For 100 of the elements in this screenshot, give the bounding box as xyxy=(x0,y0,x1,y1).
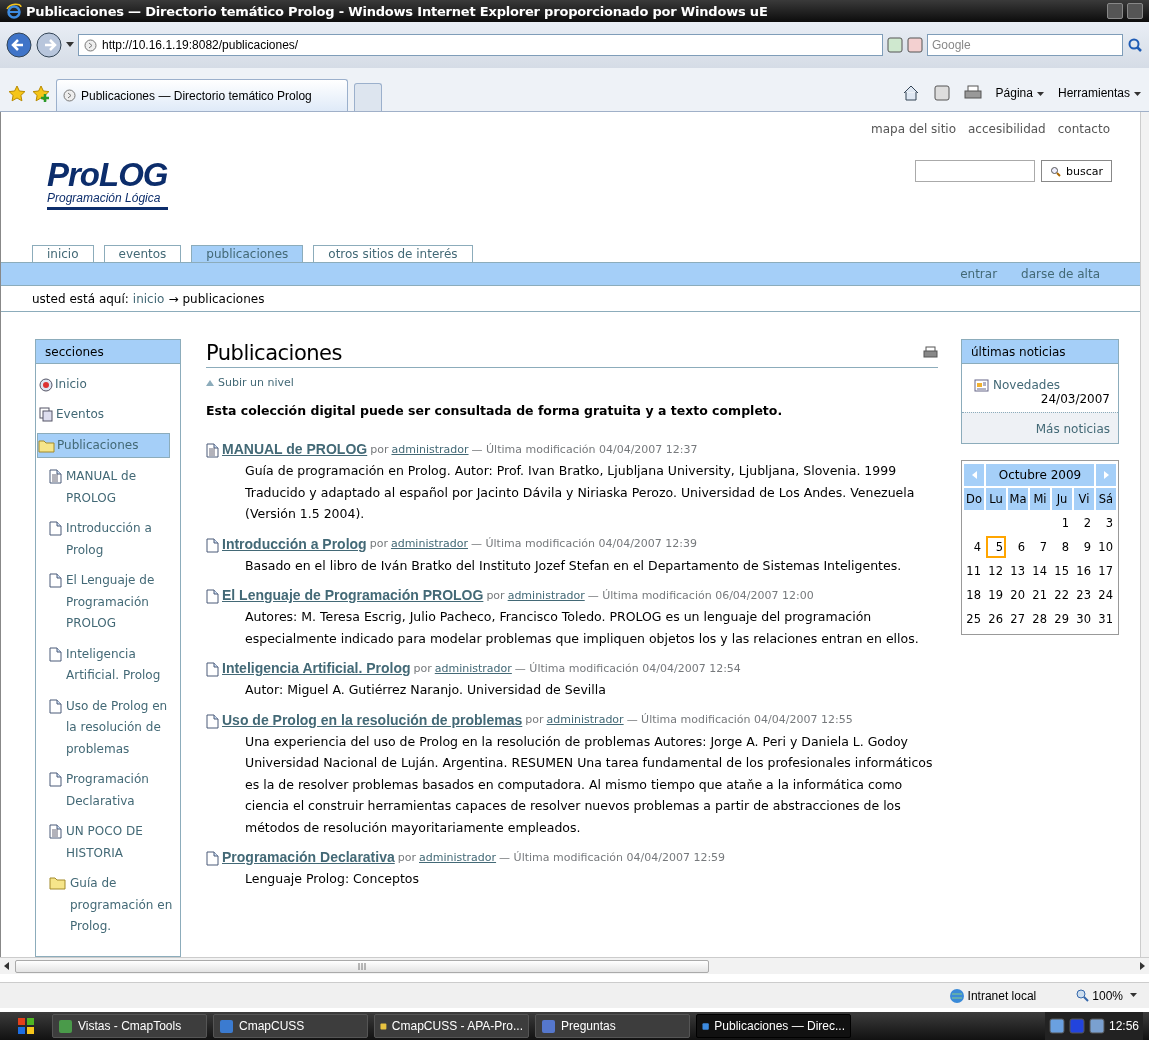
user-link[interactable]: darse de alta xyxy=(1021,267,1100,281)
home-icon[interactable] xyxy=(901,85,920,101)
calendar-day[interactable]: 4 xyxy=(964,536,984,558)
sidebar-item[interactable]: Programación Declarativa xyxy=(37,769,180,821)
print-icon[interactable] xyxy=(923,346,938,360)
taskbar-button[interactable]: Publicaciones — Direc... xyxy=(696,1014,851,1038)
header-link[interactable]: accesibilidad xyxy=(968,122,1046,136)
calendar-day[interactable]: 8 xyxy=(1052,536,1072,558)
add-favorite-icon[interactable] xyxy=(32,85,50,103)
calendar-day[interactable]: 17 xyxy=(1096,560,1116,582)
calendar-day[interactable]: 14 xyxy=(1030,560,1050,582)
vertical-scrollbar[interactable] xyxy=(1140,112,1149,957)
item-title-link[interactable]: Uso de Prolog en la resolución de problemas xyxy=(222,711,523,728)
address-field[interactable]: http://10.16.1.19:8082/publicaciones/ xyxy=(78,34,883,56)
news-link[interactable]: Novedades xyxy=(974,378,1110,392)
taskbar-button[interactable]: Preguntas xyxy=(535,1014,690,1038)
forward-button[interactable] xyxy=(36,32,62,58)
up-link[interactable]: Subir un nivel xyxy=(206,376,294,389)
scrollbar-thumb[interactable] xyxy=(15,959,709,973)
calendar-day[interactable]: 2 xyxy=(1074,512,1094,534)
author-link[interactable]: administrador xyxy=(390,537,468,550)
search-field[interactable]: Google xyxy=(927,34,1123,56)
calendar-day[interactable]: 22 xyxy=(1052,584,1072,606)
app-icon xyxy=(58,1018,73,1034)
calendar-day[interactable]: 20 xyxy=(1008,584,1028,606)
sidebar-item[interactable]: Inicio xyxy=(37,374,180,404)
nav-tab[interactable]: eventos xyxy=(103,245,182,262)
author-link[interactable]: administrador xyxy=(507,588,585,602)
taskbar-button[interactable]: CmapCUSS xyxy=(213,1014,368,1038)
search-field[interactable] xyxy=(915,160,1035,182)
user-link[interactable]: entrar xyxy=(960,267,998,281)
sidebar-item[interactable]: Uso de Prolog en la resolución de problemas xyxy=(37,695,180,769)
item-title-link[interactable]: Introducción a Prolog xyxy=(222,535,367,552)
item-title-link[interactable]: MANUAL de PROLOG xyxy=(222,441,368,457)
print-icon[interactable] xyxy=(963,85,982,101)
calendar-day[interactable]: 12 xyxy=(986,560,1006,582)
scroll-left-icon[interactable] xyxy=(4,962,9,970)
taskbar-button[interactable]: Vistas - CmapTools xyxy=(52,1014,207,1038)
calendar-day[interactable]: 1 xyxy=(1052,512,1072,534)
calendar-day[interactable]: 29 xyxy=(1052,608,1072,630)
star-icon[interactable] xyxy=(8,85,26,103)
site-logo[interactable]: ProLOG Programación Lógica xyxy=(47,158,168,210)
calendar-day[interactable]: 27 xyxy=(1008,608,1028,630)
zoom-control[interactable]: 100% xyxy=(1076,988,1137,1003)
calendar-day[interactable]: 23 xyxy=(1074,584,1094,606)
nav-tab[interactable]: otros sitios de interés xyxy=(313,245,473,262)
calendar-day[interactable]: 18 xyxy=(964,584,984,606)
author-link[interactable]: administrador xyxy=(546,713,624,726)
nav-tab[interactable]: publicaciones xyxy=(191,245,304,262)
nav-tab[interactable]: inicio xyxy=(32,245,94,262)
calendar-day[interactable]: 19 xyxy=(986,584,1006,606)
maximize-button[interactable] xyxy=(1127,3,1143,19)
sidebar-item[interactable]: Introducción a Prolog xyxy=(37,518,180,570)
caret-icon[interactable] xyxy=(66,42,74,48)
page-icon xyxy=(49,521,62,536)
calendar-day[interactable]: 21 xyxy=(1030,584,1050,606)
calendar-day[interactable]: 25 xyxy=(964,608,984,630)
item-title-link[interactable]: Inteligencia Artificial. Prolog xyxy=(222,660,411,676)
minimize-button[interactable] xyxy=(1107,3,1123,19)
calendar-day[interactable]: 7 xyxy=(1030,536,1050,558)
scroll-right-icon[interactable] xyxy=(1140,962,1145,970)
sidebar-item[interactable]: Eventos xyxy=(37,403,180,433)
sidebar-item[interactable]: El Lenguaje de Programación PROLOG xyxy=(37,570,180,644)
item-title-link[interactable]: Programación Declarativa xyxy=(222,849,395,865)
search-button[interactable]: buscar xyxy=(1041,160,1112,182)
tray-icon[interactable] xyxy=(1088,1018,1105,1034)
sidebar-item[interactable]: Publicaciones xyxy=(37,433,170,458)
calendar-day[interactable]: 3 xyxy=(1096,512,1116,534)
sidebar-item[interactable]: Inteligencia Artificial. Prolog xyxy=(37,643,180,696)
sidebar-item[interactable]: Guía de programación en Prolog. xyxy=(37,873,180,947)
tray-icon[interactable] xyxy=(1048,1018,1065,1034)
calendar-day[interactable]: 10 xyxy=(1096,536,1116,558)
calendar-day[interactable]: 6 xyxy=(1008,536,1028,558)
new-tab-button[interactable] xyxy=(354,83,382,111)
browser-tab[interactable]: Publicaciones — Directorio temático Prolog xyxy=(56,79,348,111)
item-title-link[interactable]: El Lenguaje de Programación PROLOG xyxy=(222,587,484,603)
calendar-day[interactable]: 16 xyxy=(1074,560,1094,582)
calendar-day[interactable]: 31 xyxy=(1096,608,1116,630)
calendar-day[interactable]: 15 xyxy=(1052,560,1072,582)
author-link[interactable]: administrador xyxy=(391,442,469,456)
breadcrumb-link[interactable]: inicio xyxy=(132,291,165,306)
calendar-day[interactable]: 5 xyxy=(986,536,1006,558)
search-icon[interactable] xyxy=(1127,37,1143,53)
calendar-day[interactable]: 13 xyxy=(1008,560,1028,582)
calendar-day[interactable]: 9 xyxy=(1074,536,1094,558)
tools-menu[interactable]: Herramientas xyxy=(1057,86,1141,100)
sidebar-item[interactable]: UN POCO DE HISTORIA xyxy=(37,821,180,873)
header-link[interactable]: mapa del sitio xyxy=(871,122,956,136)
taskbar-button[interactable]: CmapCUSS - APA-Pro... xyxy=(374,1014,529,1038)
calendar-day[interactable]: 30 xyxy=(1074,608,1094,630)
calendar-day[interactable]: 24 xyxy=(1096,584,1116,606)
sidebar-item[interactable]: MANUAL de PROLOG xyxy=(37,466,180,518)
author-link[interactable]: administrador xyxy=(419,850,497,864)
author-link[interactable]: administrador xyxy=(434,661,512,675)
page-menu[interactable]: Página xyxy=(995,86,1044,100)
header-link[interactable]: contacto xyxy=(1057,122,1110,136)
calendar-day[interactable]: 26 xyxy=(986,608,1006,630)
back-button[interactable] xyxy=(6,32,32,58)
calendar-day[interactable]: 11 xyxy=(964,560,984,582)
calendar-day[interactable]: 28 xyxy=(1030,608,1050,630)
